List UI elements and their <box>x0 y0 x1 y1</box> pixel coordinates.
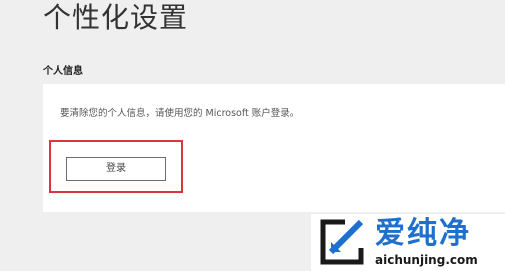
watermark-brand: 爱纯净 <box>375 216 471 251</box>
personal-info-panel: 要清除您的个人信息，请使用您的 Microsoft 账户登录。 登录 <box>43 84 505 212</box>
clear-info-message: 要清除您的个人信息，请使用您的 Microsoft 账户登录。 <box>60 108 300 119</box>
watermark: 爱纯净 aichunjing.com <box>311 214 505 271</box>
watermark-domain: aichunjing.com <box>375 253 478 267</box>
login-button[interactable]: 登录 <box>66 157 166 181</box>
aichunjing-logo-icon <box>320 219 364 265</box>
personalization-settings-page: 个性化设置 个人信息 要清除您的个人信息，请使用您的 Microsoft 账户登… <box>0 0 505 271</box>
personal-info-heading: 个人信息 <box>43 66 83 77</box>
page-title: 个性化设置 <box>43 1 189 34</box>
